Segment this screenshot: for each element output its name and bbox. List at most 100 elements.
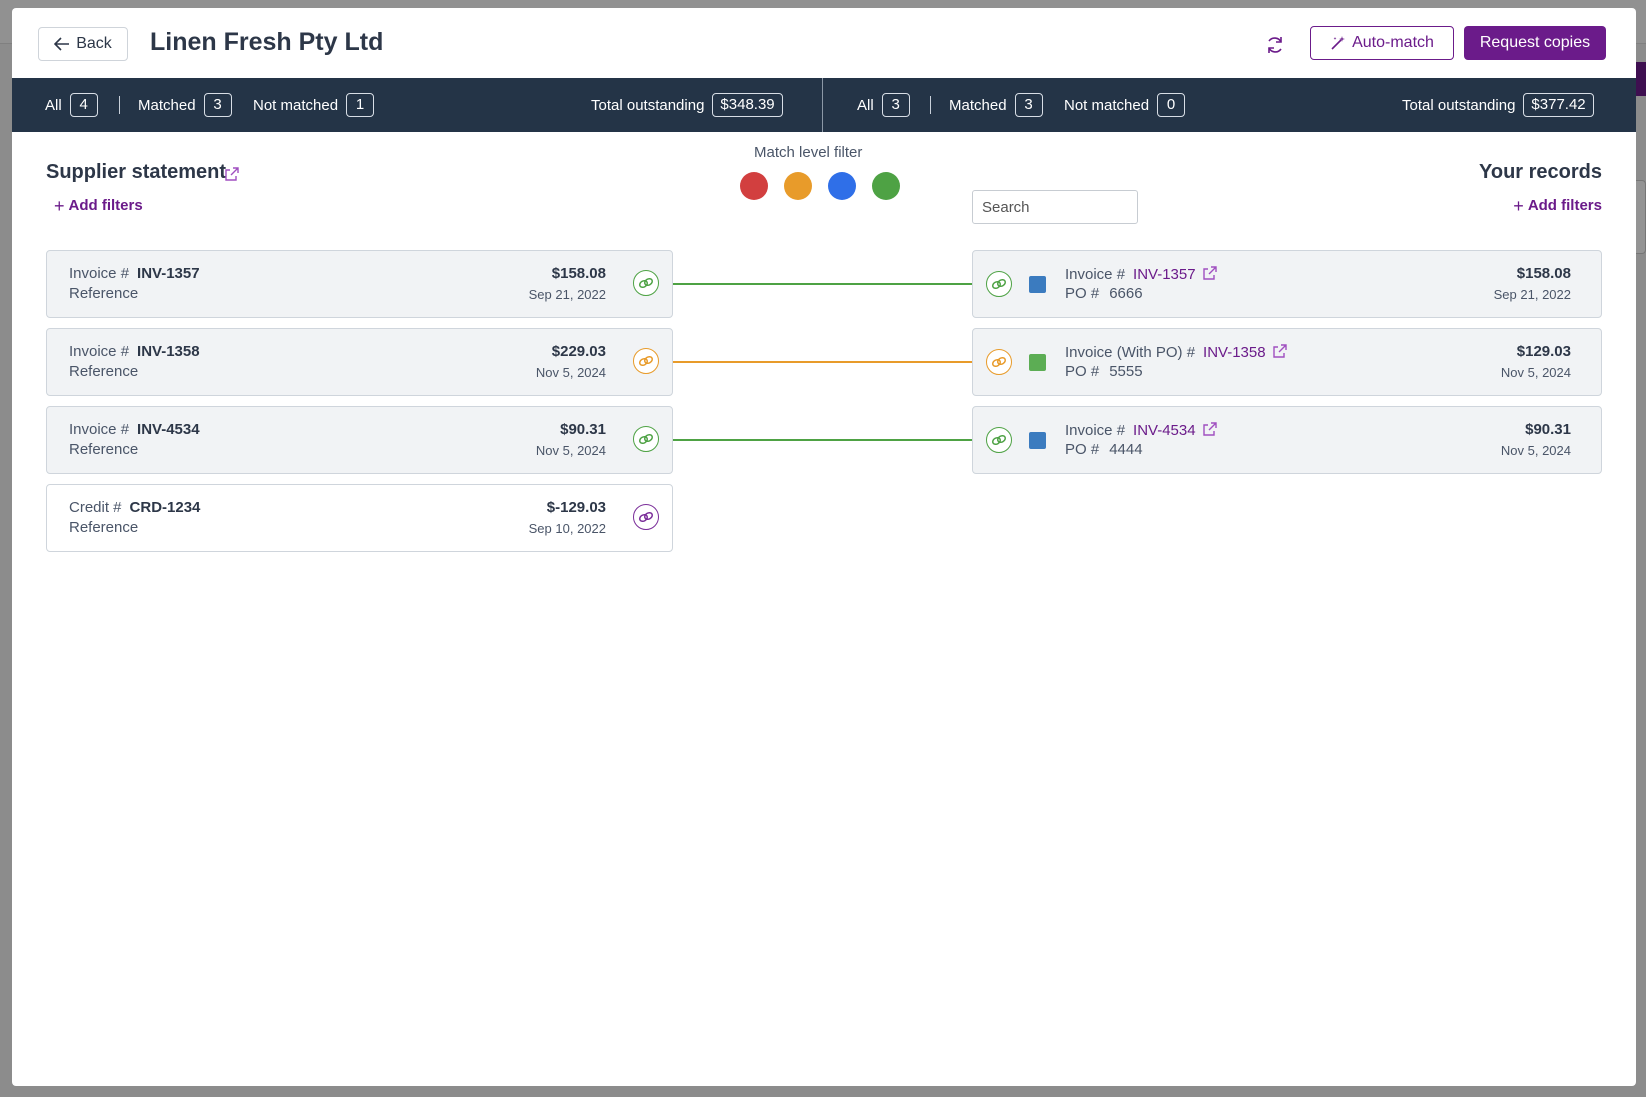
link-icon[interactable] bbox=[633, 426, 659, 452]
filter-label: Not matched bbox=[1064, 96, 1150, 114]
credit-number: CRD-1234 bbox=[129, 499, 201, 516]
supplier-add-filters-button[interactable]: + Add filters bbox=[54, 195, 143, 216]
item-po: PO #6666 bbox=[1065, 285, 1143, 302]
count-badge: 0 bbox=[1157, 93, 1186, 117]
stats-bar: All 4 Matched 3 Not matched 1 Total outs… bbox=[12, 78, 1636, 132]
page-title: Linen Fresh Pty Ltd bbox=[150, 28, 384, 56]
status-swatch bbox=[1029, 276, 1046, 293]
item-type: Invoice # INV-4534 bbox=[69, 421, 200, 438]
add-filters-label: Add filters bbox=[1527, 197, 1602, 214]
modal-header: Back Linen Fresh Pty Ltd Auto-match Requ… bbox=[12, 8, 1636, 78]
item-type: Invoice (With PO) # INV-1358 bbox=[1065, 343, 1288, 361]
item-type: Invoice # INV-1357 bbox=[1065, 265, 1218, 283]
link-icon[interactable] bbox=[986, 349, 1012, 375]
filter-label: All bbox=[857, 96, 874, 114]
match-connector bbox=[659, 361, 987, 363]
item-type: Invoice # INV-1358 bbox=[69, 343, 200, 360]
divider bbox=[119, 96, 120, 114]
refresh-icon[interactable] bbox=[1264, 34, 1286, 56]
external-link-icon[interactable] bbox=[224, 166, 240, 182]
link-icon[interactable] bbox=[986, 427, 1012, 453]
auto-match-button[interactable]: Auto-match bbox=[1310, 26, 1454, 60]
record-item[interactable]: Invoice (With PO) # INV-1358 PO #5555 $12… bbox=[972, 328, 1602, 396]
status-swatch bbox=[1029, 354, 1046, 371]
item-reference: Reference bbox=[69, 441, 139, 458]
external-link-icon[interactable] bbox=[1272, 343, 1288, 359]
item-amount: $90.31 bbox=[560, 421, 606, 438]
record-item[interactable]: Invoice # INV-1357 PO #6666 $158.08 Sep 2… bbox=[972, 250, 1602, 318]
back-label: Back bbox=[76, 35, 112, 52]
invoice-number: INV-1357 bbox=[137, 265, 200, 282]
link-icon[interactable] bbox=[633, 270, 659, 296]
plus-icon: + bbox=[54, 195, 65, 216]
item-date: Nov 5, 2024 bbox=[535, 443, 606, 458]
invoice-link[interactable]: INV-1358 bbox=[1203, 344, 1266, 361]
search-input[interactable] bbox=[972, 190, 1138, 224]
match-connector bbox=[659, 439, 987, 441]
right-filter-all[interactable]: All 3 bbox=[857, 78, 910, 132]
count-badge: 1 bbox=[346, 93, 375, 117]
count-badge: 4 bbox=[69, 93, 98, 117]
total-label: Total outstanding bbox=[1402, 96, 1516, 114]
match-level-red[interactable] bbox=[740, 172, 768, 200]
request-copies-button[interactable]: Request copies bbox=[1464, 26, 1606, 60]
supplier-statement-title: Supplier statement bbox=[46, 161, 227, 183]
item-date: Sep 21, 2022 bbox=[528, 287, 606, 302]
filter-label: Not matched bbox=[253, 96, 339, 114]
supplier-item[interactable]: Invoice # INV-1357 Reference $158.08 Sep … bbox=[46, 250, 673, 318]
link-icon[interactable] bbox=[633, 504, 659, 530]
left-filter-all[interactable]: All 4 bbox=[45, 78, 98, 132]
left-filter-matched[interactable]: Matched 3 bbox=[138, 78, 232, 132]
supplier-item[interactable]: Invoice # INV-1358 Reference $229.03 Nov … bbox=[46, 328, 673, 396]
link-icon[interactable] bbox=[986, 271, 1012, 297]
invoice-number: INV-4534 bbox=[137, 421, 200, 438]
count-badge: 3 bbox=[881, 93, 910, 117]
status-swatch bbox=[1029, 432, 1046, 449]
total-label: Total outstanding bbox=[591, 96, 705, 114]
external-link-icon[interactable] bbox=[1202, 265, 1218, 281]
right-filter-matched[interactable]: Matched 3 bbox=[949, 78, 1043, 132]
right-total-outstanding: Total outstanding $377.42 bbox=[1402, 78, 1594, 132]
filter-label: All bbox=[45, 96, 62, 114]
magic-wand-icon bbox=[1331, 36, 1346, 50]
records-add-filters-button[interactable]: + Add filters bbox=[1513, 197, 1602, 215]
right-filter-not-matched[interactable]: Not matched 0 bbox=[1064, 78, 1186, 132]
match-level-blue[interactable] bbox=[828, 172, 856, 200]
filter-label: Matched bbox=[138, 96, 196, 114]
item-reference: Reference bbox=[69, 519, 139, 536]
filter-label: Matched bbox=[949, 96, 1007, 114]
count-badge: 3 bbox=[1014, 93, 1043, 117]
match-level-green[interactable] bbox=[872, 172, 900, 200]
total-value: $377.42 bbox=[1523, 93, 1594, 117]
divider bbox=[930, 96, 931, 114]
reconciliation-modal: Back Linen Fresh Pty Ltd Auto-match Requ… bbox=[12, 8, 1636, 1086]
match-level-filter-label: Match level filter bbox=[754, 144, 863, 161]
invoice-link[interactable]: INV-1357 bbox=[1133, 266, 1196, 283]
item-po: PO #4444 bbox=[1065, 441, 1143, 458]
item-reference: Reference bbox=[69, 363, 139, 380]
count-badge: 3 bbox=[203, 93, 232, 117]
left-filter-not-matched[interactable]: Not matched 1 bbox=[253, 78, 375, 132]
item-date: Nov 5, 2024 bbox=[1500, 365, 1571, 380]
item-date: Sep 10, 2022 bbox=[528, 521, 606, 536]
item-reference: Reference bbox=[69, 285, 139, 302]
item-date: Nov 5, 2024 bbox=[535, 365, 606, 380]
back-button[interactable]: Back bbox=[38, 27, 128, 61]
match-connector bbox=[659, 283, 987, 285]
link-icon[interactable] bbox=[633, 348, 659, 374]
total-value: $348.39 bbox=[712, 93, 783, 117]
add-filters-label: Add filters bbox=[68, 197, 143, 214]
supplier-item[interactable]: Invoice # INV-4534 Reference $90.31 Nov 5… bbox=[46, 406, 673, 474]
invoice-number: INV-1358 bbox=[137, 343, 200, 360]
item-amount: $158.08 bbox=[551, 265, 606, 282]
arrow-left-icon bbox=[54, 37, 70, 51]
invoice-link[interactable]: INV-4534 bbox=[1133, 422, 1196, 439]
item-amount: $90.31 bbox=[1525, 421, 1571, 438]
external-link-icon[interactable] bbox=[1202, 421, 1218, 437]
supplier-item[interactable]: Credit # CRD-1234 Reference $-129.03 Sep … bbox=[46, 484, 673, 552]
left-total-outstanding: Total outstanding $348.39 bbox=[591, 78, 783, 132]
auto-match-label: Auto-match bbox=[1352, 34, 1434, 51]
match-level-orange[interactable] bbox=[784, 172, 812, 200]
panel-divider bbox=[822, 78, 823, 132]
record-item[interactable]: Invoice # INV-4534 PO #4444 $90.31 Nov 5,… bbox=[972, 406, 1602, 474]
